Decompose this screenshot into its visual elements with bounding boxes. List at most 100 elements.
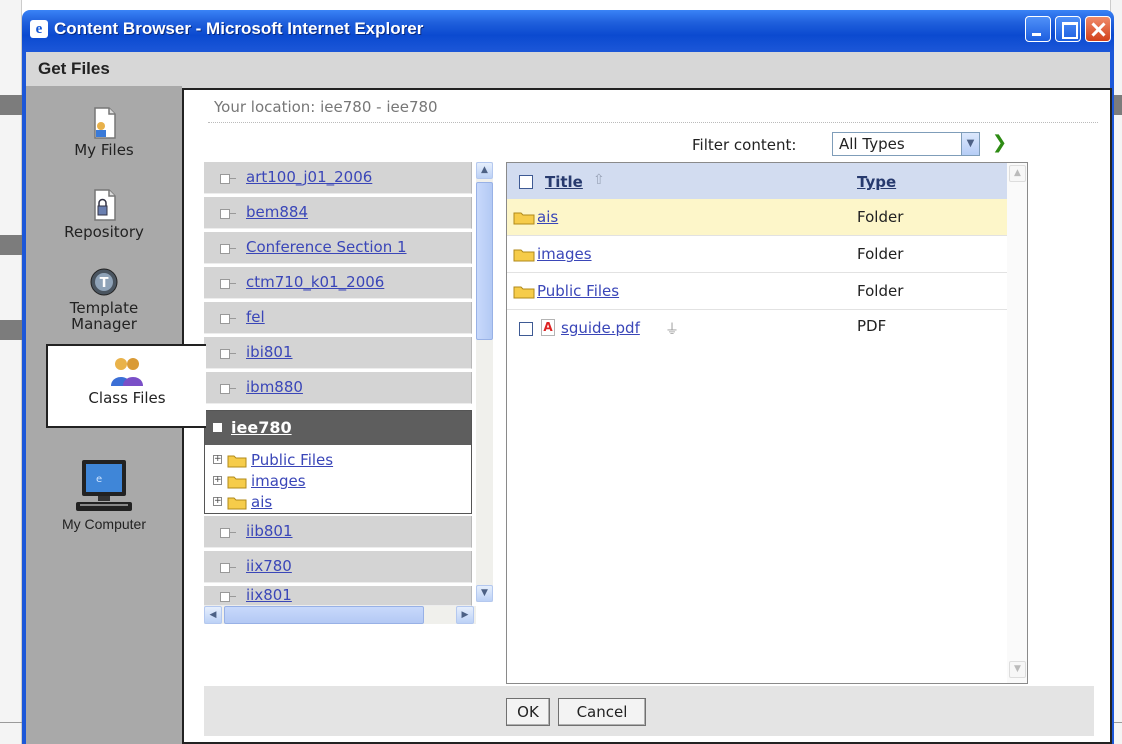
file-name[interactable]: sguide.pdf [561, 319, 640, 337]
nav-label: Class Files [88, 389, 166, 407]
subfolder-label[interactable]: images [251, 472, 306, 490]
tree-item[interactable]: Conference Section 1 [204, 232, 472, 264]
tree-item-label[interactable]: ctm710_k01_2006 [246, 273, 384, 291]
file-name[interactable]: images [537, 245, 592, 263]
tree-item-label[interactable]: bem884 [246, 203, 308, 221]
tree-connector [230, 248, 236, 249]
folder-icon [227, 455, 247, 468]
background-band [0, 235, 22, 255]
pdf-icon: A [541, 319, 555, 336]
tree-item[interactable]: bem884 [204, 197, 472, 229]
template-manager-icon: T [90, 268, 118, 296]
tree-item-label[interactable]: art100_j01_2006 [246, 168, 372, 186]
file-row[interactable]: A sguide.pdf ⏚ PDF [507, 310, 1027, 347]
scroll-up-icon[interactable]: ▲ [476, 162, 493, 179]
cancel-button[interactable]: Cancel [558, 698, 646, 726]
nav-item-my-computer[interactable]: e My Computer [26, 458, 182, 532]
tree-item[interactable]: iix780 [204, 551, 472, 583]
tree-item-label[interactable]: fel [246, 308, 265, 326]
scroll-down-icon[interactable]: ▼ [476, 585, 493, 602]
scroll-thumb[interactable] [476, 182, 493, 340]
nav-item-class-files[interactable]: Class Files [46, 344, 206, 428]
background-band [0, 320, 22, 340]
filter-select[interactable]: All Types ▼ [832, 132, 980, 156]
expand-icon[interactable]: + [213, 497, 222, 506]
folder-icon [227, 476, 247, 489]
node-icon [220, 528, 230, 538]
file-list-scrollbar[interactable]: ▲ ▼ [1007, 163, 1027, 683]
svg-text:e: e [96, 474, 102, 485]
file-row[interactable]: images Folder [507, 236, 1027, 273]
tree-item[interactable]: iib801 [204, 516, 472, 548]
nav-label: My Files [74, 141, 134, 159]
node-icon [220, 279, 230, 289]
node-icon [220, 349, 230, 359]
node-icon [220, 314, 230, 324]
scroll-down-icon[interactable]: ▼ [1009, 661, 1026, 678]
folder-icon [513, 286, 535, 299]
scroll-right-icon[interactable]: ▶ [456, 606, 474, 624]
expand-icon[interactable]: + [213, 455, 222, 464]
background-page-left [0, 0, 22, 744]
scroll-thumb[interactable] [224, 606, 424, 624]
sort-up-icon[interactable]: ⇧ [593, 172, 605, 188]
nav-label: Template [69, 299, 139, 317]
subfolder-label[interactable]: Public Files [251, 451, 333, 469]
tree-connector [230, 532, 236, 533]
maximize-button[interactable] [1055, 16, 1081, 42]
file-type: Folder [857, 245, 904, 263]
title-bar[interactable]: e Content Browser - Microsoft Internet E… [22, 10, 1114, 52]
tree-item[interactable]: fel [204, 302, 472, 334]
nav-item-my-files[interactable]: My Files [26, 106, 182, 158]
scroll-left-icon[interactable]: ◀ [204, 606, 222, 624]
tree-item[interactable]: iix801 [204, 586, 472, 606]
scroll-up-icon[interactable]: ▲ [1009, 165, 1026, 182]
tree-item[interactable]: art100_j01_2006 [204, 162, 472, 194]
tree-item-label[interactable]: iix780 [246, 557, 292, 575]
node-icon [220, 209, 230, 219]
tree-item-label[interactable]: iix801 [246, 586, 292, 604]
tree-item-label[interactable]: ibm880 [246, 378, 303, 396]
course-tree: art100_j01_2006 bem884 Conference Sectio… [204, 162, 500, 634]
button-bar: OK Cancel [204, 686, 1094, 736]
file-checkbox[interactable] [519, 322, 533, 336]
tree-item[interactable]: ibi801 [204, 337, 472, 369]
go-arrow-icon[interactable]: ❯ [992, 132, 1007, 153]
tree-connector [230, 283, 236, 284]
tree-item-label[interactable]: iib801 [246, 522, 293, 540]
selected-node-header[interactable]: iee780 [205, 411, 471, 445]
select-all-checkbox[interactable] [519, 175, 533, 189]
nav-label: My Computer [61, 516, 147, 532]
ok-button[interactable]: OK [506, 698, 550, 726]
tree-item[interactable]: ibm880 [204, 372, 472, 404]
nav-item-repository[interactable]: Repository [26, 188, 182, 240]
download-icon[interactable]: ⏚ [665, 319, 679, 339]
nav-label-2: Manager [71, 315, 137, 333]
tree-vertical-scrollbar[interactable]: ▲ ▼ [476, 162, 493, 602]
chevron-down-icon[interactable]: ▼ [961, 133, 979, 155]
tree-item[interactable]: ctm710_k01_2006 [204, 267, 472, 299]
tree-item-label[interactable]: ibi801 [246, 343, 293, 361]
type-column-header[interactable]: Type [857, 173, 896, 191]
file-name[interactable]: Public Files [537, 282, 619, 300]
tree-item-selected[interactable]: iee780 + Public Files + images + ais [204, 410, 472, 514]
node-icon [220, 592, 230, 602]
title-column-header[interactable]: Title [545, 173, 583, 191]
subfolder-label[interactable]: ais [251, 493, 272, 511]
file-row[interactable]: Public Files Folder [507, 273, 1027, 310]
file-type: PDF [857, 317, 887, 335]
tree-horizontal-scrollbar[interactable]: ◀ ▶ [204, 606, 476, 624]
file-row[interactable]: ais Folder [507, 199, 1027, 236]
expand-icon[interactable]: + [213, 476, 222, 485]
close-button[interactable] [1085, 16, 1111, 42]
tree-connector [230, 178, 236, 179]
tree-connector [230, 213, 236, 214]
content-panel: Your location: iee780 - iee780 Filter co… [182, 88, 1112, 744]
nav-item-template-manager[interactable]: T Template Manager [26, 266, 182, 332]
tree-item-label[interactable]: Conference Section 1 [246, 238, 407, 256]
file-list-header: Title ⇧ Type [507, 163, 1027, 199]
tree-connector [230, 596, 236, 597]
minimize-button[interactable] [1025, 16, 1051, 42]
file-name[interactable]: ais [537, 208, 558, 226]
tree-item-label[interactable]: iee780 [231, 418, 292, 437]
